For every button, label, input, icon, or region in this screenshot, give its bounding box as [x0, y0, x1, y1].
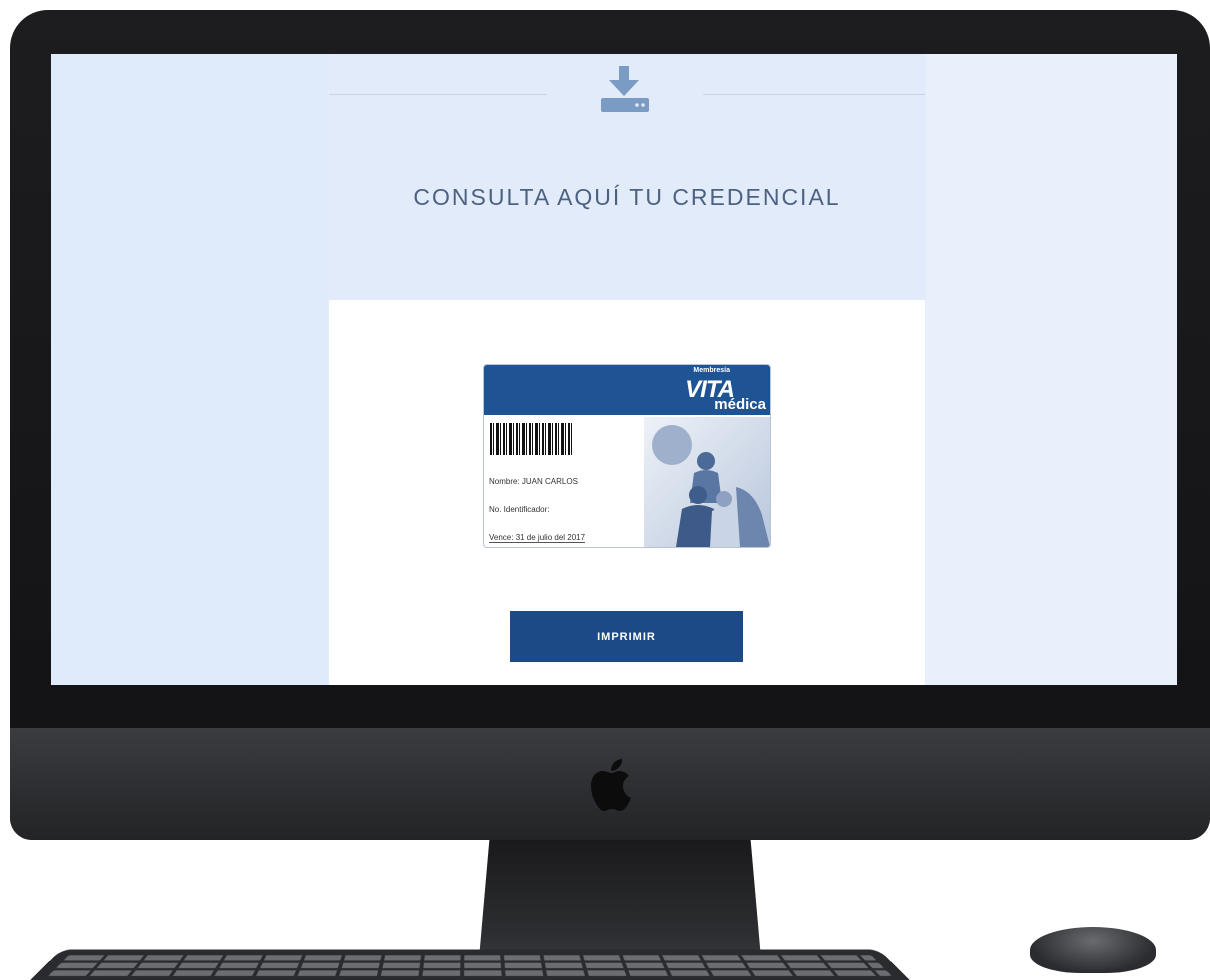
card-header: Membresía VITA médica	[484, 365, 770, 415]
page-title: CONSULTA AQUÍ TU CREDENCIAL	[413, 184, 841, 210]
keyboard	[30, 949, 910, 980]
apple-logo-icon	[591, 759, 631, 811]
divider-right	[703, 94, 925, 95]
card-id: No. Identificador:	[489, 505, 550, 514]
card-name: Nombre: JUAN CARLOS	[489, 477, 578, 486]
print-button[interactable]: IMPRIMIR	[510, 611, 743, 662]
download-icon	[601, 66, 649, 112]
mouse	[1030, 927, 1156, 973]
left-panel	[51, 54, 328, 685]
card-brand-sub: médica	[714, 396, 766, 413]
right-panel	[926, 54, 1177, 685]
family-photo	[644, 417, 770, 547]
screen: CONSULTA AQUÍ TU CREDENCIAL Membresía VI…	[51, 54, 1177, 685]
card-expiry: Vence: 31 de julio del 2017	[489, 533, 586, 543]
barcode	[490, 423, 572, 455]
membership-card: Membresía VITA médica Nombre: JUAN CARLO…	[483, 364, 771, 548]
divider-left	[329, 94, 547, 95]
card-brand-small: Membresía	[693, 367, 730, 374]
